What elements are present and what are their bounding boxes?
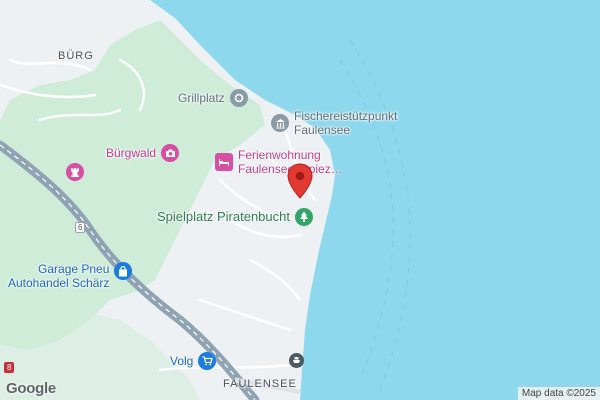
poi-ferry[interactable]	[289, 353, 304, 368]
google-logo: Google	[6, 380, 56, 397]
route-shield-6: 6	[75, 222, 86, 233]
chess-rook-icon	[66, 163, 84, 181]
area-label-burg: BÜRG	[58, 50, 94, 62]
camera-icon	[161, 144, 180, 162]
poi-fischereistuetzpunkt-line2: Faulensee	[294, 123, 351, 137]
poi-volg[interactable]: Volg	[170, 352, 217, 370]
poi-garage-line1: Garage Pneu	[38, 262, 110, 276]
poi-garage-pneu[interactable]: Garage Pneu Autohandel Schärz	[8, 262, 133, 290]
map-view[interactable]: BÜRG FAULENSEE 6 8 Grillplatz Fischereis…	[0, 0, 600, 400]
poi-volg-label: Volg	[170, 354, 194, 368]
ferry-icon	[289, 353, 304, 368]
tree-icon	[294, 208, 313, 226]
pin-circle-icon	[229, 89, 248, 107]
map-pin-icon[interactable]	[287, 163, 313, 204]
map-attribution[interactable]: Map data ©2025	[517, 387, 600, 400]
poi-spielplatz-piratenbucht[interactable]: Spielplatz Piratenbucht	[157, 208, 313, 226]
route-shield-8: 8	[4, 362, 15, 373]
area-label-faulensee: FAULENSEE	[223, 378, 297, 390]
poi-buergwald[interactable]: Bürgwald	[106, 144, 180, 162]
poi-fischereistuetzpunkt-line1: Fischereistützpunkt	[294, 109, 398, 123]
google-logo-text: Google	[6, 380, 56, 397]
museum-icon	[271, 114, 289, 132]
bed-icon	[215, 153, 233, 171]
poi-garage-line2: Autohandel Schärz	[8, 276, 110, 290]
poi-fischereistuetzpunkt[interactable]: Fischereistützpunkt Faulensee	[271, 109, 397, 137]
cart-icon	[198, 352, 217, 370]
poi-landmark[interactable]	[66, 163, 84, 181]
poi-ferienwohnung[interactable]: Ferienwohnung Faulensee, Spiez…	[215, 148, 343, 176]
lake-water	[150, 0, 600, 400]
poi-buergwald-label: Bürgwald	[106, 146, 157, 160]
poi-spielplatz-label: Spielplatz Piratenbucht	[157, 209, 290, 224]
shopping-bag-icon	[114, 262, 133, 280]
poi-ferienwohnung-line1: Ferienwohnung	[238, 148, 321, 162]
poi-grillplatz-label: Grillplatz	[178, 91, 225, 105]
poi-grillplatz[interactable]: Grillplatz	[178, 89, 248, 107]
